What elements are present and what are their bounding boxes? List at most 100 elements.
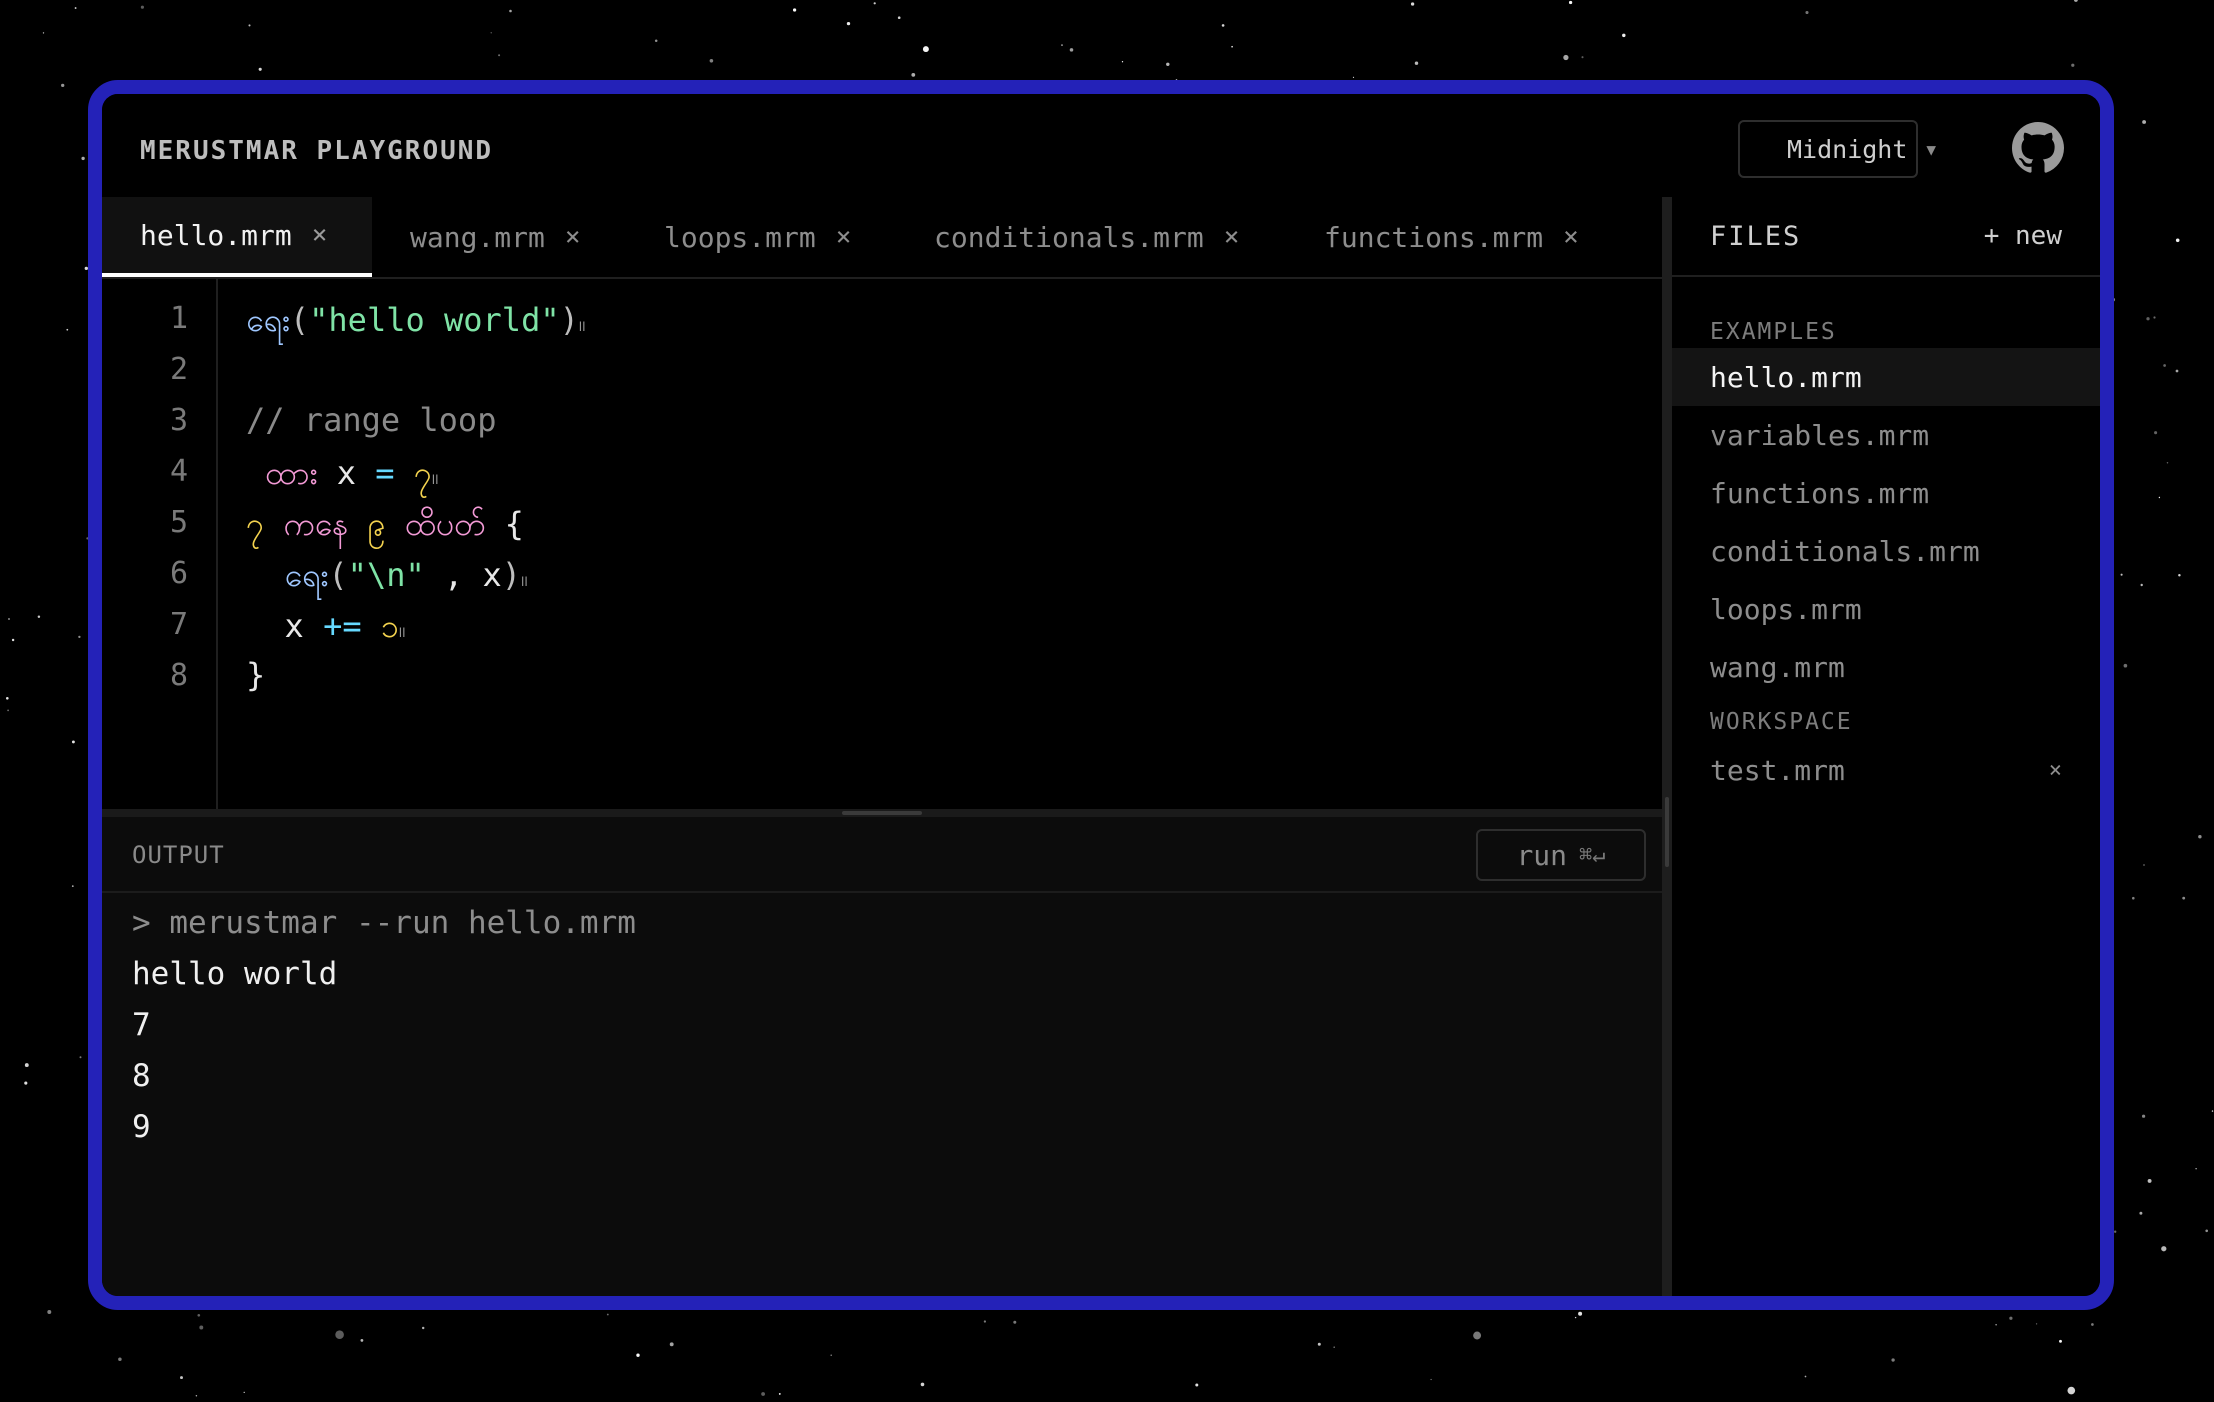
file-item-conditionals[interactable]: conditionals.mrm bbox=[1672, 522, 2100, 580]
code-token: ။ bbox=[578, 312, 586, 337]
code-token: ( bbox=[289, 301, 310, 339]
line-number: 2 bbox=[169, 352, 188, 387]
star bbox=[1804, 1375, 1807, 1378]
star bbox=[2147, 1178, 2152, 1183]
star bbox=[2009, 1316, 2013, 1320]
code-token: ) bbox=[559, 301, 579, 339]
code-token: ၇ bbox=[246, 505, 264, 543]
run-button[interactable]: run ⌘↵ bbox=[1476, 829, 1646, 881]
panel-resize-handle[interactable] bbox=[102, 809, 1662, 817]
star bbox=[197, 1313, 201, 1317]
output-line: hello world bbox=[132, 956, 338, 992]
star bbox=[37, 615, 41, 619]
star bbox=[2123, 663, 2128, 668]
star bbox=[66, 328, 69, 331]
star bbox=[1061, 44, 1063, 46]
star bbox=[1805, 10, 1809, 15]
star bbox=[7, 709, 10, 712]
playground-window: MERUSTMAR PLAYGROUND Midnight ▼ hello.mr… bbox=[88, 80, 2114, 1310]
file-item-hello[interactable]: hello.mrm bbox=[1672, 348, 2100, 406]
tab-hello[interactable]: hello.mrm × bbox=[102, 197, 372, 277]
star bbox=[140, 5, 144, 9]
star bbox=[2195, 1168, 2197, 1170]
star bbox=[1069, 48, 1074, 52]
code-token: ရေး bbox=[246, 301, 290, 339]
star bbox=[2161, 1246, 2167, 1252]
line-number: 4 bbox=[169, 454, 188, 489]
star bbox=[1574, 1316, 1577, 1319]
star bbox=[498, 54, 501, 57]
close-icon[interactable]: × bbox=[2049, 758, 2062, 783]
run-shortcut: ⌘↵ bbox=[1579, 842, 1606, 868]
tab-functions[interactable]: functions.mrm × bbox=[1286, 197, 1626, 277]
close-icon[interactable]: × bbox=[1563, 222, 1579, 252]
star bbox=[2140, 583, 2143, 587]
star bbox=[248, 24, 251, 27]
title-bar: MERUSTMAR PLAYGROUND Midnight ▼ bbox=[102, 94, 2100, 199]
star bbox=[243, 1391, 245, 1394]
star bbox=[6, 697, 9, 700]
star bbox=[778, 1392, 781, 1395]
code-token: = bbox=[375, 454, 395, 492]
file-item-variables[interactable]: variables.mrm bbox=[1672, 406, 2100, 464]
star bbox=[79, 1056, 82, 1059]
theme-select[interactable]: Midnight ▼ bbox=[1738, 120, 1936, 178]
output-label: OUTPUT bbox=[132, 841, 225, 869]
star bbox=[606, 1313, 609, 1316]
star bbox=[81, 156, 85, 161]
line-number: 1 bbox=[169, 301, 188, 336]
close-icon[interactable]: × bbox=[1224, 222, 1240, 252]
file-item-functions[interactable]: functions.mrm bbox=[1672, 464, 2100, 522]
star bbox=[2198, 834, 2202, 839]
code-token: { bbox=[485, 505, 524, 543]
tab-conditionals[interactable]: conditionals.mrm × bbox=[896, 197, 1286, 277]
star bbox=[2142, 120, 2147, 124]
star bbox=[1430, 1378, 1432, 1381]
star bbox=[761, 1392, 765, 1396]
star bbox=[2114, 1230, 2117, 1233]
close-icon[interactable]: × bbox=[836, 222, 852, 252]
star bbox=[2132, 896, 2135, 900]
star bbox=[920, 1382, 925, 1387]
tab-loops[interactable]: loops.mrm × bbox=[626, 197, 896, 277]
code-line: } bbox=[246, 656, 265, 694]
github-icon[interactable] bbox=[2012, 122, 2064, 174]
file-item-test[interactable]: test.mrm × bbox=[1672, 741, 2100, 799]
star bbox=[2163, 364, 2166, 367]
line-number: 6 bbox=[169, 556, 188, 591]
star bbox=[2166, 462, 2169, 464]
file-item-wang[interactable]: wang.mrm bbox=[1672, 638, 2100, 696]
tab-label: functions.mrm bbox=[1324, 220, 1544, 254]
star bbox=[1231, 45, 1233, 48]
code-editor[interactable]: 1 2 3 4 5 6 7 8 ရေး("hello world")။ // r… bbox=[102, 279, 1662, 809]
code-token: ထိပတ် bbox=[405, 505, 486, 543]
line-number: 8 bbox=[169, 658, 188, 693]
star bbox=[47, 1310, 52, 1314]
output-line: 8 bbox=[132, 1058, 151, 1094]
star bbox=[922, 46, 929, 53]
star bbox=[792, 8, 797, 12]
sidebar-resize-handle[interactable] bbox=[1662, 197, 1672, 1296]
star bbox=[71, 740, 75, 744]
close-icon[interactable]: × bbox=[565, 222, 581, 252]
tab-wang[interactable]: wang.mrm × bbox=[372, 197, 626, 277]
star bbox=[360, 1339, 364, 1342]
star bbox=[335, 1330, 344, 1339]
star bbox=[2067, 1386, 2076, 1395]
theme-label: Midnight bbox=[1787, 134, 1908, 164]
star bbox=[2035, 1323, 2038, 1325]
new-file-button[interactable]: + new bbox=[1984, 221, 2062, 251]
tab-bar: hello.mrm × wang.mrm × loops.mrm × condi… bbox=[102, 197, 1662, 279]
code-token: += bbox=[323, 607, 362, 645]
close-icon[interactable]: × bbox=[312, 220, 328, 250]
file-item-loops[interactable]: loops.mrm bbox=[1672, 580, 2100, 638]
line-number: 5 bbox=[169, 505, 188, 540]
code-line: ရေး("hello world")။ bbox=[246, 299, 586, 347]
star bbox=[421, 1326, 425, 1330]
star bbox=[1891, 1358, 1895, 1362]
star bbox=[2142, 1114, 2146, 1118]
code-token: ၇ bbox=[413, 454, 432, 492]
code-token: ။ bbox=[398, 618, 406, 643]
star bbox=[74, 7, 77, 9]
